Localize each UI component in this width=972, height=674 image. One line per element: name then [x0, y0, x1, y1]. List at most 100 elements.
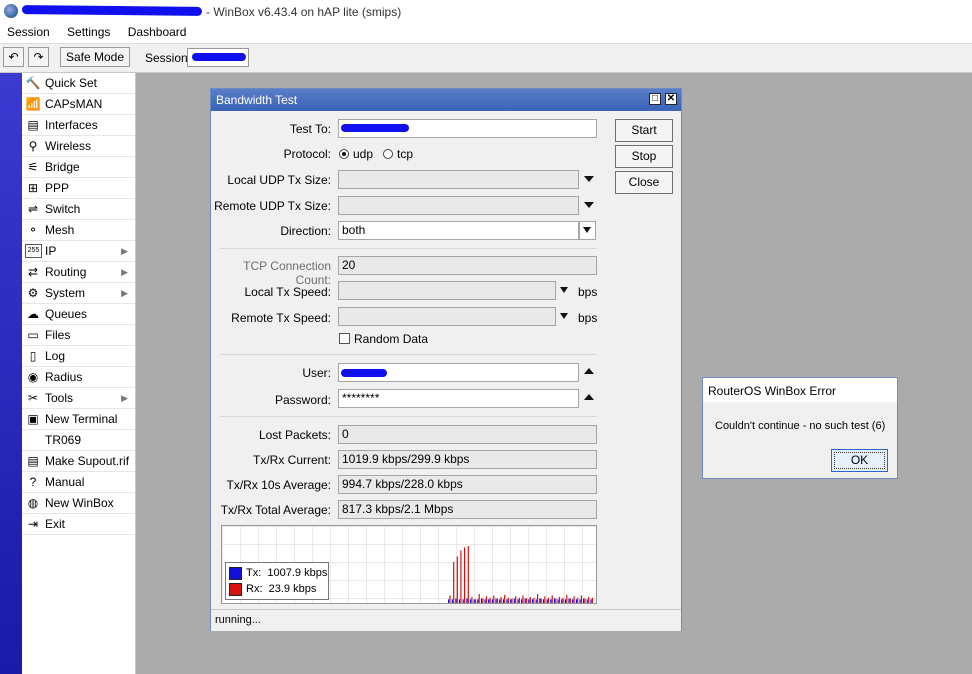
- tx-bar: [469, 599, 472, 603]
- rx-legend-label: Rx: 23.9 kbps: [246, 583, 317, 595]
- sidebar-icon-21: ⇥: [27, 517, 39, 531]
- sidebar-icon-9: ⇄: [27, 265, 39, 279]
- sidebar-item-make-supout-rif[interactable]: ▤ Make Supout.rif: [22, 451, 135, 472]
- tx-bar: [510, 599, 512, 603]
- sidebar-item-wireless[interactable]: ⚲ Wireless: [22, 136, 135, 157]
- sidebar-item-label: PPP: [45, 181, 70, 195]
- remote-tx-speed-dropdown-icon[interactable]: [560, 313, 568, 319]
- protocol-label: Protocol:: [283, 147, 331, 161]
- sidebar-item-bridge[interactable]: ⚟ Bridge: [22, 157, 135, 178]
- graph-legend: Tx: 1007.9 kbps Rx: 23.9 kbps: [225, 562, 329, 600]
- rx-bar: [485, 596, 488, 603]
- tx-bar: [495, 598, 497, 603]
- error-dialog-titlebar[interactable]: RouterOS WinBox Error: [703, 378, 897, 402]
- test-to-field[interactable]: [338, 119, 597, 138]
- direction-select[interactable]: both: [338, 221, 579, 240]
- tx-bar: [506, 599, 508, 603]
- remote-udp-tx-size-dropdown-icon[interactable]: [584, 202, 594, 208]
- redacted-username: [341, 369, 387, 377]
- separator: [220, 354, 597, 355]
- sidebar-item-ip[interactable]: 255 IP ▶: [22, 241, 135, 262]
- sidebar-icon-18: ▤: [27, 454, 39, 468]
- sidebar-icon-8: 255: [25, 244, 42, 258]
- submenu-arrow-icon: ▶: [121, 246, 128, 256]
- session-field[interactable]: [187, 48, 249, 67]
- winbox-side-banner: [0, 73, 22, 674]
- rx-bar: [555, 598, 557, 603]
- tcp-connection-count-field[interactable]: 20: [338, 256, 597, 275]
- rx-bar: [478, 594, 480, 603]
- error-dialog-title: RouterOS WinBox Error: [708, 384, 837, 398]
- password-field[interactable]: ********: [338, 389, 579, 408]
- sidebar-item-new-winbox[interactable]: ◍ New WinBox: [22, 493, 135, 514]
- bandwidth-test-titlebar[interactable]: Bandwidth Test □ ✕: [211, 89, 681, 111]
- tx-bar: [477, 599, 479, 603]
- chevron-down-icon: [583, 227, 591, 233]
- sidebar-item-system[interactable]: ⚙ System ▶: [22, 283, 135, 304]
- undo-button[interactable]: ↶: [3, 47, 24, 67]
- sidebar-item-ppp[interactable]: ⊞ PPP: [22, 178, 135, 199]
- menu-dashboard[interactable]: Dashboard: [128, 23, 187, 42]
- sidebar-icon-15: ✂: [27, 391, 39, 405]
- protocol-udp-radio[interactable]: [339, 149, 349, 159]
- sidebar-item-new-terminal[interactable]: ▣ New Terminal: [22, 409, 135, 430]
- sidebar-item-routing[interactable]: ⇄ Routing ▶: [22, 262, 135, 283]
- sidebar-item-exit[interactable]: ⇥ Exit: [22, 514, 135, 535]
- ok-button[interactable]: OK: [831, 449, 888, 472]
- tx-bar: [546, 599, 548, 603]
- rx-bar: [526, 598, 528, 603]
- user-field[interactable]: [338, 363, 579, 382]
- redo-button[interactable]: ↷: [28, 47, 49, 67]
- local-tx-speed-dropdown-icon[interactable]: [560, 287, 568, 293]
- sidebar-item-queues[interactable]: ☁ Queues: [22, 304, 135, 325]
- sidebar-item-label: CAPsMAN: [45, 97, 103, 111]
- random-data-checkbox[interactable]: [339, 333, 350, 344]
- tx-bar: [531, 599, 534, 603]
- maximize-icon[interactable]: □: [649, 93, 661, 105]
- tx-bar: [513, 598, 515, 603]
- protocol-tcp-radio[interactable]: [383, 149, 393, 159]
- start-button[interactable]: Start: [615, 119, 673, 142]
- tx-bar: [488, 599, 490, 603]
- safe-mode-button[interactable]: Safe Mode: [60, 47, 130, 67]
- sidebar-item-radius[interactable]: ◉ Radius: [22, 367, 135, 388]
- sidebar-item-quick-set[interactable]: 🔨 Quick Set: [22, 73, 135, 94]
- tx-bar: [550, 599, 552, 603]
- redo-icon: ↷: [33, 50, 44, 64]
- tx-bar: [579, 599, 581, 603]
- sidebar-item-capsman[interactable]: 📶 CAPsMAN: [22, 94, 135, 115]
- local-udp-tx-size-dropdown-icon[interactable]: [584, 176, 594, 182]
- sidebar-item-tr069[interactable]: TR069: [22, 430, 135, 451]
- tx-bar: [561, 599, 563, 603]
- password-label: Password:: [274, 393, 331, 407]
- rx-bar: [551, 595, 553, 603]
- sidebar-item-log[interactable]: ▯ Log: [22, 346, 135, 367]
- remote-udp-tx-size-field[interactable]: [338, 196, 579, 215]
- protocol-udp-label: udp: [353, 147, 374, 161]
- password-collapse-icon[interactable]: [584, 394, 594, 400]
- remote-tx-speed-field[interactable]: [338, 307, 556, 326]
- tx-bar: [590, 599, 592, 603]
- sidebar-item-files[interactable]: ▭ Files: [22, 325, 135, 346]
- user-collapse-icon[interactable]: [584, 368, 594, 374]
- sidebar-item-mesh[interactable]: ⚬ Mesh: [22, 220, 135, 241]
- menu-session[interactable]: Session: [7, 23, 50, 42]
- rx-bar: [500, 597, 502, 603]
- sidebar-item-switch[interactable]: ⇌ Switch: [22, 199, 135, 220]
- submenu-arrow-icon: ▶: [121, 393, 128, 403]
- rx-bar: [573, 596, 575, 603]
- local-tx-speed-field[interactable]: [338, 281, 556, 300]
- sidebar-item-manual[interactable]: ? Manual: [22, 472, 135, 493]
- sidebar-item-tools[interactable]: ✂ Tools ▶: [22, 388, 135, 409]
- sidebar-icon-6: ⇌: [27, 202, 39, 216]
- local-udp-tx-size-field[interactable]: [338, 170, 579, 189]
- stop-button[interactable]: Stop: [615, 145, 673, 168]
- close-button[interactable]: Close: [615, 171, 673, 194]
- sidebar-item-interfaces[interactable]: ▤ Interfaces: [22, 115, 135, 136]
- session-label: Session:: [145, 51, 192, 65]
- direction-dropdown-button[interactable]: [579, 221, 596, 240]
- tx-bar: [502, 599, 504, 603]
- sidebar-item-label: Make Supout.rif: [45, 454, 130, 468]
- close-icon[interactable]: ✕: [665, 93, 677, 105]
- menu-settings[interactable]: Settings: [67, 23, 110, 42]
